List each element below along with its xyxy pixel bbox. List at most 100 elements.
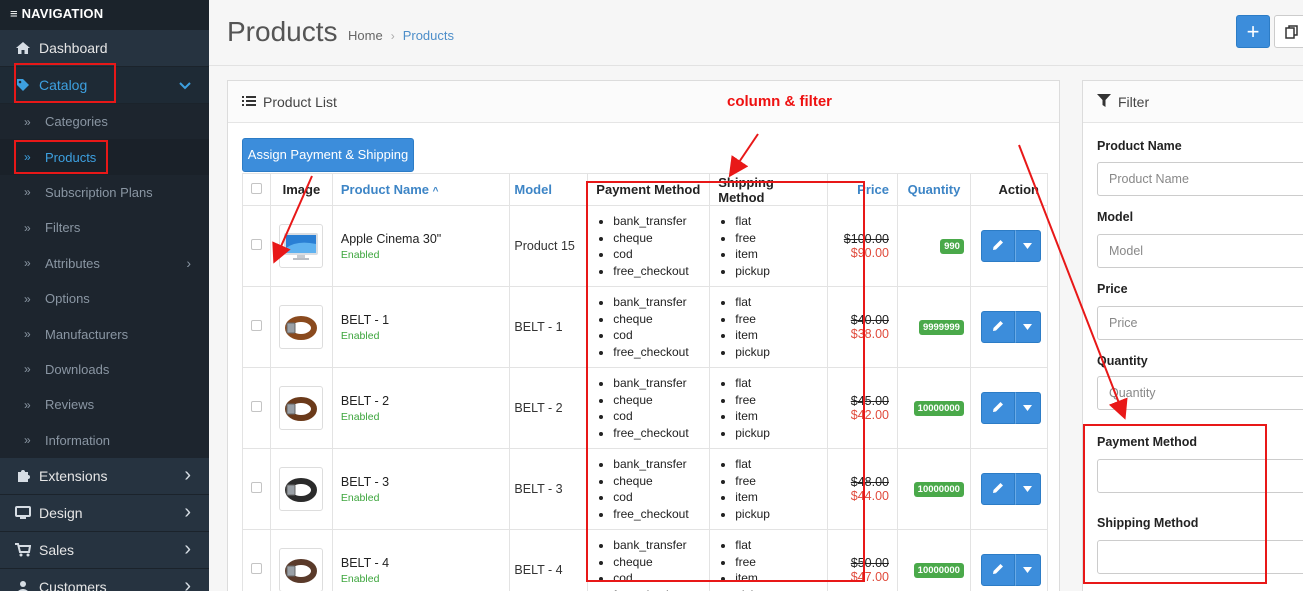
shipping-method-item: pickup — [735, 263, 819, 280]
sidebar-item-label: Customers — [39, 578, 107, 591]
pencil-icon — [992, 239, 1004, 254]
shipping-method-list: flatfreeitempickup — [718, 456, 819, 522]
edit-button[interactable] — [980, 311, 1015, 343]
dropdown-toggle-button[interactable] — [1014, 230, 1041, 262]
original-price: $40.00 — [850, 313, 889, 327]
column-header-image: Image — [269, 173, 333, 206]
row-checkbox[interactable] — [250, 239, 262, 250]
filter-input-payment-method[interactable] — [1097, 459, 1303, 493]
shipping-method-item: item — [735, 570, 819, 587]
filter-input-shipping-method[interactable] — [1097, 540, 1303, 574]
row-checkbox[interactable] — [250, 401, 262, 412]
sidebar-subitem-attributes[interactable]: » Attributes › — [0, 245, 209, 281]
filter-input-product-name[interactable] — [1097, 162, 1303, 196]
image-cell — [269, 367, 333, 449]
filter-input-price[interactable] — [1097, 306, 1303, 340]
pencil-icon — [992, 563, 1004, 578]
add-new-button[interactable]: + — [1236, 15, 1270, 48]
shipping-method-cell: flatfreeitempickup — [709, 205, 829, 287]
table-header-row: Image Product Name ^ Model Payment Metho… — [242, 173, 1049, 206]
payment-method-item: cheque — [613, 392, 701, 409]
shipping-method-item: free — [735, 473, 819, 490]
shipping-method-cell: flatfreeitempickup — [709, 529, 829, 591]
shipping-method-cell: flatfreeitempickup — [709, 286, 829, 368]
sidebar-item-design[interactable]: Design › — [0, 494, 209, 532]
column-header-price[interactable]: Price — [827, 173, 898, 206]
panel-title: Product List — [263, 93, 337, 110]
row-checkbox[interactable] — [250, 320, 262, 331]
status-label: Enabled — [340, 410, 380, 423]
select-cell — [242, 529, 271, 591]
sidebar-subitem-options[interactable]: » Options — [0, 280, 209, 317]
sidebar-item-sales[interactable]: Sales › — [0, 531, 209, 569]
sidebar-subitem-label: Manufacturers — [45, 326, 129, 342]
caret-down-icon — [1023, 403, 1033, 414]
breadcrumb-current[interactable]: Products — [403, 28, 454, 43]
sidebar-subitem-manufacturers[interactable]: » Manufacturers — [0, 316, 209, 352]
name-cell: BELT - 1 Enabled — [331, 286, 511, 368]
edit-button[interactable] — [980, 392, 1015, 424]
chevron-right-icon: › — [184, 464, 191, 487]
breadcrumb-home[interactable]: Home — [348, 28, 383, 43]
dropdown-toggle-button[interactable] — [1014, 392, 1041, 424]
navigation-header[interactable]: ≡ NAVIGATION — [0, 0, 209, 30]
tag-icon — [14, 78, 32, 92]
list-icon — [242, 94, 256, 110]
sidebar-bottom-menu: Extensions › Design › Sales › Customers › — [0, 457, 209, 591]
column-header-quantity[interactable]: Quantity — [896, 173, 971, 206]
row-checkbox[interactable] — [250, 482, 262, 493]
image-cell — [269, 286, 333, 368]
filter-input-model[interactable] — [1097, 234, 1303, 268]
select-all-cell — [242, 173, 271, 206]
payment-method-cell: bank_transferchequecodfree_checkout — [587, 448, 711, 530]
product-table: Image Product Name ^ Model Payment Metho… — [242, 173, 1049, 591]
filter-input-quantity[interactable] — [1097, 376, 1303, 410]
payment-method-cell: bank_transferchequecodfree_checkout — [587, 529, 711, 591]
sidebar-item-extensions[interactable]: Extensions › — [0, 457, 209, 495]
model-cell: BELT - 3 — [509, 448, 589, 530]
column-header-model[interactable]: Model — [509, 173, 589, 206]
shipping-method-item: flat — [735, 375, 819, 392]
sidebar-item-catalog[interactable]: Catalog — [0, 67, 209, 104]
payment-method-list: bank_transferchequecodfree_checkout — [596, 456, 701, 522]
dropdown-toggle-button[interactable] — [1014, 311, 1041, 343]
column-header-product-name[interactable]: Product Name ^ — [331, 173, 511, 206]
price-cell: $100.00 $90.00 — [827, 205, 898, 287]
sidebar-subitem-downloads[interactable]: » Downloads — [0, 351, 209, 388]
edit-button[interactable] — [980, 554, 1015, 586]
payment-method-item: cod — [613, 408, 701, 425]
quantity-cell: 10000000 — [896, 448, 971, 530]
monitor-icon — [14, 505, 32, 520]
special-price: $38.00 — [850, 327, 889, 341]
sidebar-subitem-filters[interactable]: » Filters — [0, 210, 209, 246]
assign-payment-shipping-button[interactable]: Assign Payment & Shipping — [242, 138, 414, 172]
select-all-checkbox[interactable] — [250, 183, 262, 194]
shipping-method-list: flatfreeitempickup — [718, 375, 819, 441]
shipping-method-item: free — [735, 230, 819, 247]
double-chevron-right-icon: » — [24, 150, 31, 165]
payment-method-item: free_checkout — [613, 506, 701, 523]
payment-method-item: cod — [613, 327, 701, 344]
edit-button[interactable] — [980, 473, 1015, 505]
dropdown-toggle-button[interactable] — [1014, 554, 1041, 586]
payment-method-item: cod — [613, 246, 701, 263]
copy-button[interactable] — [1274, 15, 1303, 48]
payment-method-item: cod — [613, 489, 701, 506]
row-checkbox[interactable] — [250, 563, 262, 574]
sidebar-item-dashboard[interactable]: Dashboard — [0, 30, 209, 67]
quantity-cell: 990 — [896, 205, 971, 287]
sidebar-subitem-reviews[interactable]: » Reviews — [0, 387, 209, 423]
sidebar-subitem-information[interactable]: » Information — [0, 422, 209, 458]
sidebar-item-customers[interactable]: Customers › — [0, 568, 209, 591]
sidebar-subitem-products[interactable]: » Products — [0, 139, 209, 175]
action-button-group — [980, 554, 1047, 586]
sidebar-subitem-categories[interactable]: » Categories — [0, 104, 209, 140]
select-cell — [242, 367, 271, 449]
edit-button[interactable] — [980, 230, 1015, 262]
model-cell: BELT - 1 — [509, 286, 589, 368]
sidebar-subitem-subscription-plans[interactable]: » Subscription Plans — [0, 174, 209, 211]
sidebar: ≡ NAVIGATION Dashboard Catalog » Categori… — [0, 0, 209, 591]
product-image — [278, 305, 323, 349]
dropdown-toggle-button[interactable] — [1014, 473, 1041, 505]
special-price: $47.00 — [850, 570, 889, 584]
